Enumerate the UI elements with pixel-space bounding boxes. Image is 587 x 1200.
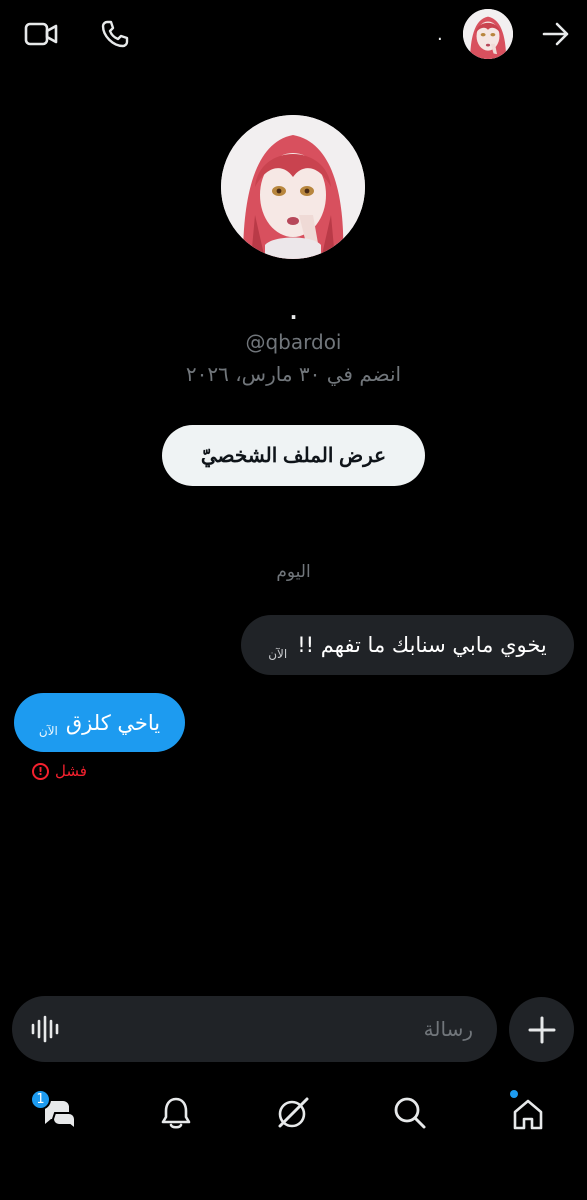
avatar-image xyxy=(463,9,513,59)
message-composer xyxy=(12,996,497,1062)
home-new-indicator xyxy=(510,1090,518,1098)
joined-date: انضم في ٣٠ مارس، ٢٠٢٦ xyxy=(185,362,402,386)
profile-avatar[interactable] xyxy=(221,115,365,259)
phone-icon xyxy=(101,20,129,48)
forward-arrow-icon xyxy=(542,22,569,46)
day-separator: اليوم xyxy=(276,562,311,582)
video-call-icon xyxy=(24,22,58,46)
failed-label: فشل xyxy=(55,762,87,780)
voice-message-icon[interactable] xyxy=(30,1015,60,1043)
nav-search[interactable] xyxy=(390,1093,430,1133)
phone-call-button[interactable] xyxy=(96,15,134,53)
avatar-image xyxy=(221,115,365,259)
notifications-icon xyxy=(161,1097,191,1129)
message-time: الآن xyxy=(38,724,58,738)
nav-home[interactable] xyxy=(507,1093,549,1135)
forward-button[interactable] xyxy=(538,16,574,52)
home-icon xyxy=(513,1099,543,1130)
header-avatar[interactable] xyxy=(463,9,513,59)
error-icon: ! xyxy=(32,762,49,780)
plus-icon xyxy=(528,1016,555,1043)
messages-badge: 1 xyxy=(30,1089,51,1110)
add-attachment-button[interactable] xyxy=(509,997,574,1062)
message-text: يخوي مابي سنابك ما تفهم !! xyxy=(297,633,547,657)
message-input[interactable] xyxy=(113,1012,473,1046)
video-call-button[interactable] xyxy=(20,16,62,52)
search-icon xyxy=(394,1097,426,1129)
nav-grok[interactable] xyxy=(273,1093,313,1133)
profile-name: . xyxy=(289,300,298,324)
nav-notifications[interactable] xyxy=(156,1093,196,1133)
message-text: ياخي كلزق xyxy=(65,710,161,735)
grok-icon xyxy=(278,1097,309,1128)
top-bar: . xyxy=(0,0,587,70)
header-display-name: . xyxy=(437,24,443,45)
incoming-message[interactable]: يخوي مابي سنابك ما تفهم !! الآن xyxy=(241,615,574,675)
message-time: الآن xyxy=(268,647,288,661)
outgoing-message[interactable]: ياخي كلزق الآن xyxy=(14,693,185,752)
bottom-navigation xyxy=(0,1080,587,1150)
profile-handle: @qbardoi xyxy=(245,330,342,354)
send-failed-status[interactable]: ! فشل xyxy=(32,762,87,780)
view-profile-button[interactable]: عرض الملف الشخصيّ xyxy=(162,425,425,486)
